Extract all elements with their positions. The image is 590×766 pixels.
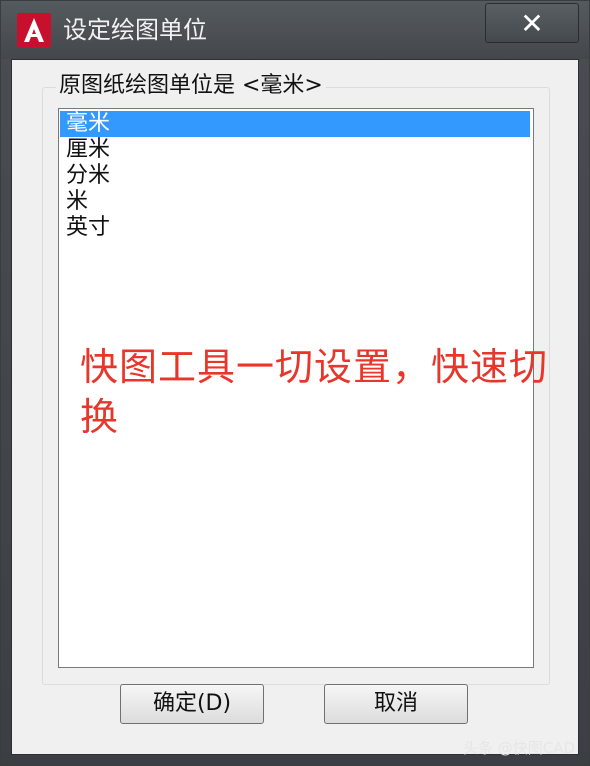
list-item-decimeter[interactable]: 分米 — [60, 163, 530, 189]
list-item-inch[interactable]: 英寸 — [60, 215, 530, 241]
list-item-millimeter[interactable]: 毫米 — [60, 111, 530, 137]
title-bar[interactable]: 设定绘图单位 ✕ — [1, 1, 589, 59]
dialog-window: 设定绘图单位 ✕ 原图纸绘图单位是 <毫米> 毫米 厘米 分米 米 英寸 快图工… — [0, 0, 590, 766]
group-label: 原图纸绘图单位是 <毫米> — [56, 72, 326, 100]
list-item-centimeter[interactable]: 厘米 — [60, 137, 530, 163]
promo-overlay-text: 快图工具一切设置，快速切换 — [80, 345, 549, 439]
autocad-logo-icon — [17, 13, 51, 47]
list-item-meter[interactable]: 米 — [60, 189, 530, 215]
watermark-text: 头条 @快图CAD — [463, 739, 576, 757]
cancel-button[interactable]: 取消 — [324, 684, 468, 724]
window-title: 设定绘图单位 — [63, 16, 207, 44]
ok-button[interactable]: 确定(D) — [120, 684, 264, 724]
close-button[interactable]: ✕ — [485, 3, 579, 43]
dialog-body: 原图纸绘图单位是 <毫米> 毫米 厘米 分米 米 英寸 快图工具一切设置，快速切… — [11, 59, 579, 755]
